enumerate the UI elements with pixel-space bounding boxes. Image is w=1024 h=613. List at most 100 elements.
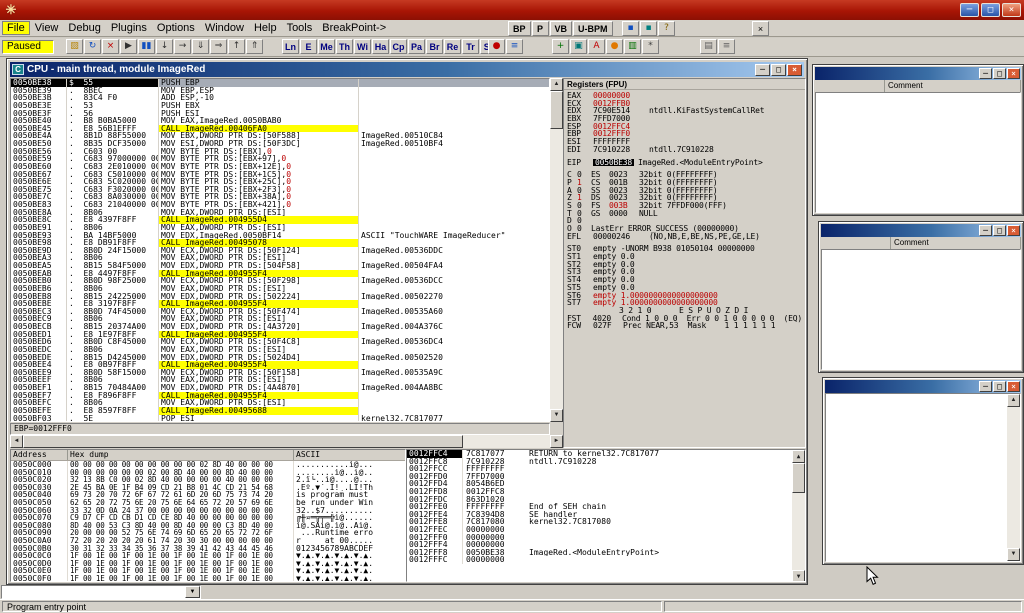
letter-button-me[interactable]: Me xyxy=(318,39,335,54)
letter-button-e[interactable]: E xyxy=(300,39,317,54)
letter-button-cp[interactable]: Cp xyxy=(390,39,407,54)
side-window-1-column-header[interactable]: Comment xyxy=(815,80,1021,92)
button-record[interactable]: ● xyxy=(606,39,623,54)
button-breakpoint-toggle[interactable]: ● xyxy=(488,39,505,54)
stack-row[interactable]: 0012FFEC00000000 xyxy=(407,526,792,534)
disasm-row[interactable]: 0050BE83. C683 21040000 00MOV BYTE PTR D… xyxy=(11,201,549,209)
button-animate-over[interactable]: ⇒ xyxy=(210,39,227,54)
register-line[interactable]: EDI7C910228ntdll.7C910228 xyxy=(567,146,802,154)
stack-row[interactable]: 0012FFCCFFFFFFFF xyxy=(407,465,792,473)
disasm-row[interactable]: 0050BE4A. 8B1D 88F55000MOV EBX,DWORD PTR… xyxy=(11,132,549,140)
scroll-right-icon[interactable]: ► xyxy=(550,435,563,448)
disasm-row[interactable]: 0050BE7C. C683 8A030000 00MOV BYTE PTR D… xyxy=(11,193,549,201)
title-bar[interactable]: ✳ ─ □ × xyxy=(0,0,1024,20)
letter-button-tr[interactable]: Tr xyxy=(462,39,479,54)
button-log-window[interactable]: + xyxy=(552,39,569,54)
button-calculator[interactable]: ≡ xyxy=(718,39,735,54)
disasm-row[interactable]: 0050BE8A. 8B06MOV EAX,DWORD PTR DS:[ESI] xyxy=(11,209,549,217)
side-window-2-body[interactable] xyxy=(821,249,1021,370)
disasm-row[interactable]: 0050BEC3. 8B0D 74F45000MOV ECX,DWORD PTR… xyxy=(11,308,549,316)
stack-row[interactable]: 0012FFFC00000000 xyxy=(407,556,792,564)
button-modules-window[interactable]: ▣ xyxy=(570,39,587,54)
disasm-row[interactable]: 0050BEEF. 8B06MOV EAX,DWORD PTR DS:[ESI] xyxy=(11,376,549,384)
dump-row[interactable]: 0050C05062 65 20 72 75 6E 20 75 6E 64 65… xyxy=(11,499,405,507)
disasm-row[interactable]: 0050BE91. 8B06MOV EAX,DWORD PTR DS:[ESI] xyxy=(11,224,549,232)
cpu-minimize-button[interactable]: ─ xyxy=(755,64,770,76)
button-step-over[interactable]: → xyxy=(174,39,191,54)
letter-button-ln[interactable]: Ln xyxy=(282,39,299,54)
scroll-up-icon[interactable]: ▲ xyxy=(792,450,805,463)
dump-row[interactable]: 0050C01000 00 00 00 00 00 02 00 8D 40 00… xyxy=(11,469,405,477)
button-notepad[interactable]: ▤ xyxy=(700,39,717,54)
minimize-button[interactable]: ─ xyxy=(979,68,992,79)
stack-row[interactable]: 0012FFE47C8394D8SE handler xyxy=(407,511,792,519)
disasm-row[interactable]: 0050BEE4. E8 0B97F8FFCALL ImageRed.00495… xyxy=(11,361,549,369)
disasm-row[interactable]: 0050BEA5. 8B15 584F5000MOV EDX,DWORD PTR… xyxy=(11,262,549,270)
button-run[interactable]: ▶ xyxy=(120,39,137,54)
menu-item-file[interactable]: File xyxy=(2,21,30,35)
disasm-row[interactable]: 0050BE45. E8 56B1EFFFCALL ImageRed.00406… xyxy=(11,125,549,133)
dump-row[interactable]: 0050C0302E 45 BA 0E 1F B4 09 CD 21 B8 01… xyxy=(11,484,405,492)
disasm-row[interactable]: 0050BE3B. 83C4 F0ADD ESP,-10 xyxy=(11,94,549,102)
command-combobox[interactable]: ▼ xyxy=(1,585,201,599)
button-animate-into[interactable]: ⇓ xyxy=(192,39,209,54)
menu-item-plugins[interactable]: Plugins xyxy=(106,21,152,35)
maximize-button[interactable]: □ xyxy=(993,225,1006,236)
dump-row[interactable]: 0050C06033 32 0D 0A 24 37 00 00 00 00 00… xyxy=(11,507,405,515)
button-step-into[interactable]: ↓ xyxy=(156,39,173,54)
minimize-button[interactable]: ─ xyxy=(979,225,992,236)
disasm-row[interactable]: 0050BECB. 8B15 20374A00MOV EDX,DWORD PTR… xyxy=(11,323,549,331)
stack-vertical-scrollbar[interactable]: ▲ ▼ xyxy=(792,450,805,582)
button-patch[interactable]: ≡ xyxy=(506,39,523,54)
disasm-row[interactable]: 0050BEBE. E8 3197F8FFCALL ImageRed.00495… xyxy=(11,300,549,308)
disasm-row[interactable]: 0050BE50. 8B35 DCF35000MOV ESI,DWORD PTR… xyxy=(11,140,549,148)
button-pause[interactable]: ▮▮ xyxy=(138,39,155,54)
stack-row[interactable]: 0012FFD07FFD7000 xyxy=(407,473,792,481)
plugin-button-vb[interactable]: VB xyxy=(550,21,573,36)
dump-row[interactable]: 0050C04069 73 20 70 72 6F 67 72 61 6D 20… xyxy=(11,491,405,499)
stack-row[interactable]: 0012FFD80012FFC8 xyxy=(407,488,792,496)
stack-row[interactable]: 0012FFE0FFFFFFFFEnd of SEH chain xyxy=(407,503,792,511)
disasm-row[interactable]: 0050BEB6. 8B06MOV EAX,DWORD PTR DS:[ESI] xyxy=(11,285,549,293)
dump-row[interactable]: 0050C0C01F 00 1E 00 1F 00 1E 00 1F 00 1E… xyxy=(11,552,405,560)
disasm-row[interactable]: 0050BED6. 8B0D C8F45000MOV ECX,DWORD PTR… xyxy=(11,338,549,346)
button-open-file[interactable]: ▨ xyxy=(66,39,83,54)
register-line[interactable]: T0GS0000NULL xyxy=(567,210,802,218)
disasm-row[interactable]: 0050BEFE. E8 8597F8FFCALL ImageRed.00495… xyxy=(11,407,549,415)
button-execute-till-user-code[interactable]: ⇑ xyxy=(246,39,263,54)
button-script[interactable]: ▪ xyxy=(640,21,657,36)
button-execute-till-return[interactable]: ↑ xyxy=(228,39,245,54)
register-line[interactable]: FCW027FPrec NEAR,53 Mask 1 1 1 1 1 1 xyxy=(567,322,802,330)
disasm-row[interactable]: 0050BE56. C603 00MOV BYTE PTR DS:[EBX],0 xyxy=(11,148,549,156)
close-button[interactable]: × xyxy=(1007,381,1020,392)
button-appearance[interactable]: A xyxy=(588,39,605,54)
scroll-thumb[interactable] xyxy=(792,463,805,493)
disasm-row[interactable]: 0050BEE9. 8B0D 58F15000MOV ECX,DWORD PTR… xyxy=(11,369,549,377)
disasm-row[interactable]: 0050BE8C. E8 4397F8FFCALL ImageRed.00495… xyxy=(11,216,549,224)
scroll-up-icon[interactable]: ▲ xyxy=(550,78,563,91)
stack-row[interactable]: 0012FFF000000000 xyxy=(407,534,792,542)
stack-row[interactable]: 0012FFE87C817080kernel32.7C817080 xyxy=(407,518,792,526)
disasm-row[interactable]: 0050BEA3. 8B06MOV EAX,DWORD PTR DS:[ESI] xyxy=(11,254,549,262)
letter-button-th[interactable]: Th xyxy=(336,39,353,54)
stack-pane[interactable]: 0012FFC47C817077RETURN to kernel32.7C817… xyxy=(406,449,806,582)
minimize-button[interactable]: ─ xyxy=(979,381,992,392)
register-line[interactable]: S0FS003B32bit 7FFDF000(FFF) xyxy=(567,202,802,210)
disasm-row[interactable]: 0050BEDC. 8B06MOV EAX,DWORD PTR DS:[ESI] xyxy=(11,346,549,354)
dump-row[interactable]: 0050C02032 13 8B C0 00 02 8D 40 00 00 00… xyxy=(11,476,405,484)
side-window-1-body[interactable] xyxy=(815,92,1021,213)
disasm-row[interactable]: 0050BF03. 5EPOP ESIkernel32.7C817077 xyxy=(11,415,549,423)
disasm-row[interactable]: 0050BE60. C683 2E010000 00MOV BYTE PTR D… xyxy=(11,163,549,171)
dump-row[interactable]: 0050C09020 00 00 00 52 75 6E 74 69 6D 65… xyxy=(11,529,405,537)
button-close-program[interactable]: × xyxy=(102,39,119,54)
scroll-thumb[interactable] xyxy=(23,435,463,448)
disasm-row[interactable]: 0050BE3E. 53PUSH EBX xyxy=(11,102,549,110)
disasm-row[interactable]: 0050BE39. 8BECMOV EBP,ESP xyxy=(11,87,549,95)
dump-row[interactable]: 0050C0B030 31 32 33 34 35 36 37 38 39 41… xyxy=(11,545,405,553)
register-line[interactable]: EIP0050BE38ImageRed.<ModuleEntryPoint> xyxy=(567,159,802,167)
scroll-left-icon[interactable]: ◄ xyxy=(10,435,23,448)
dump-row[interactable]: 0050C0F01F 00 1E 00 1F 00 1E 00 1F 00 1E… xyxy=(11,575,405,582)
button-options[interactable]: * xyxy=(642,39,659,54)
combobox-dropdown-icon[interactable]: ▼ xyxy=(185,586,200,598)
side-window-3-body[interactable]: ▲ ▼ xyxy=(825,393,1021,562)
